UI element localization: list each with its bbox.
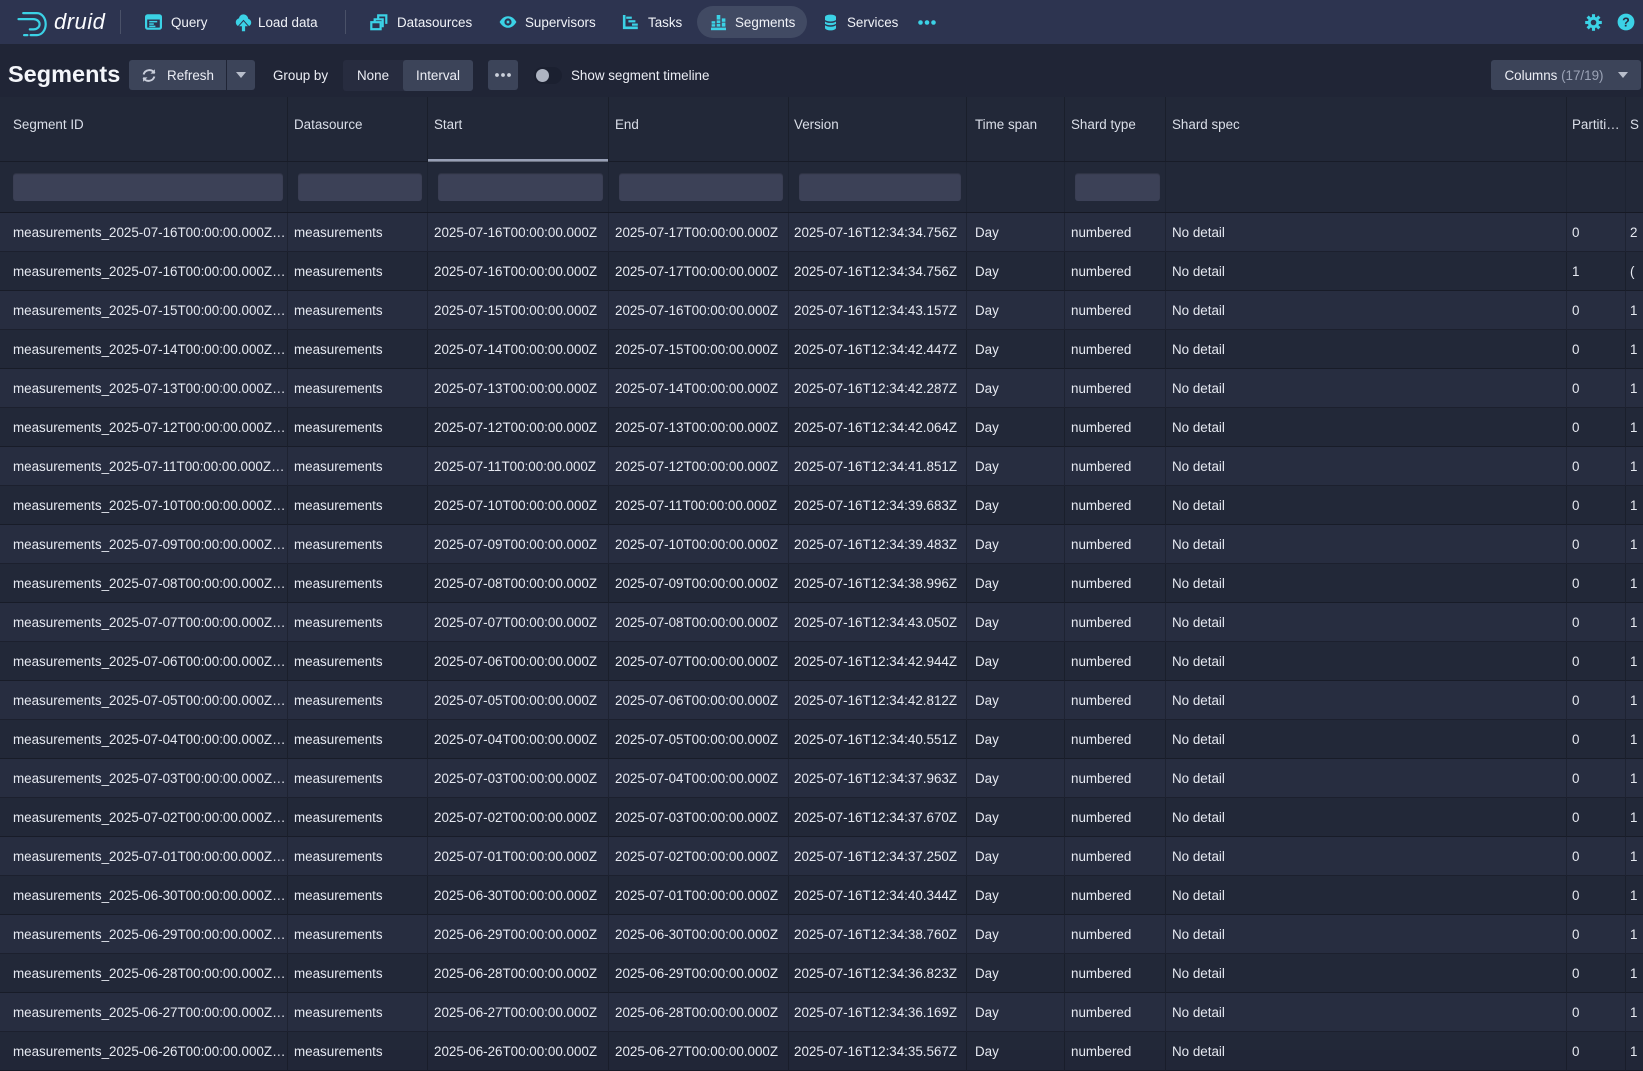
svg-text:?: ?	[1622, 15, 1630, 29]
